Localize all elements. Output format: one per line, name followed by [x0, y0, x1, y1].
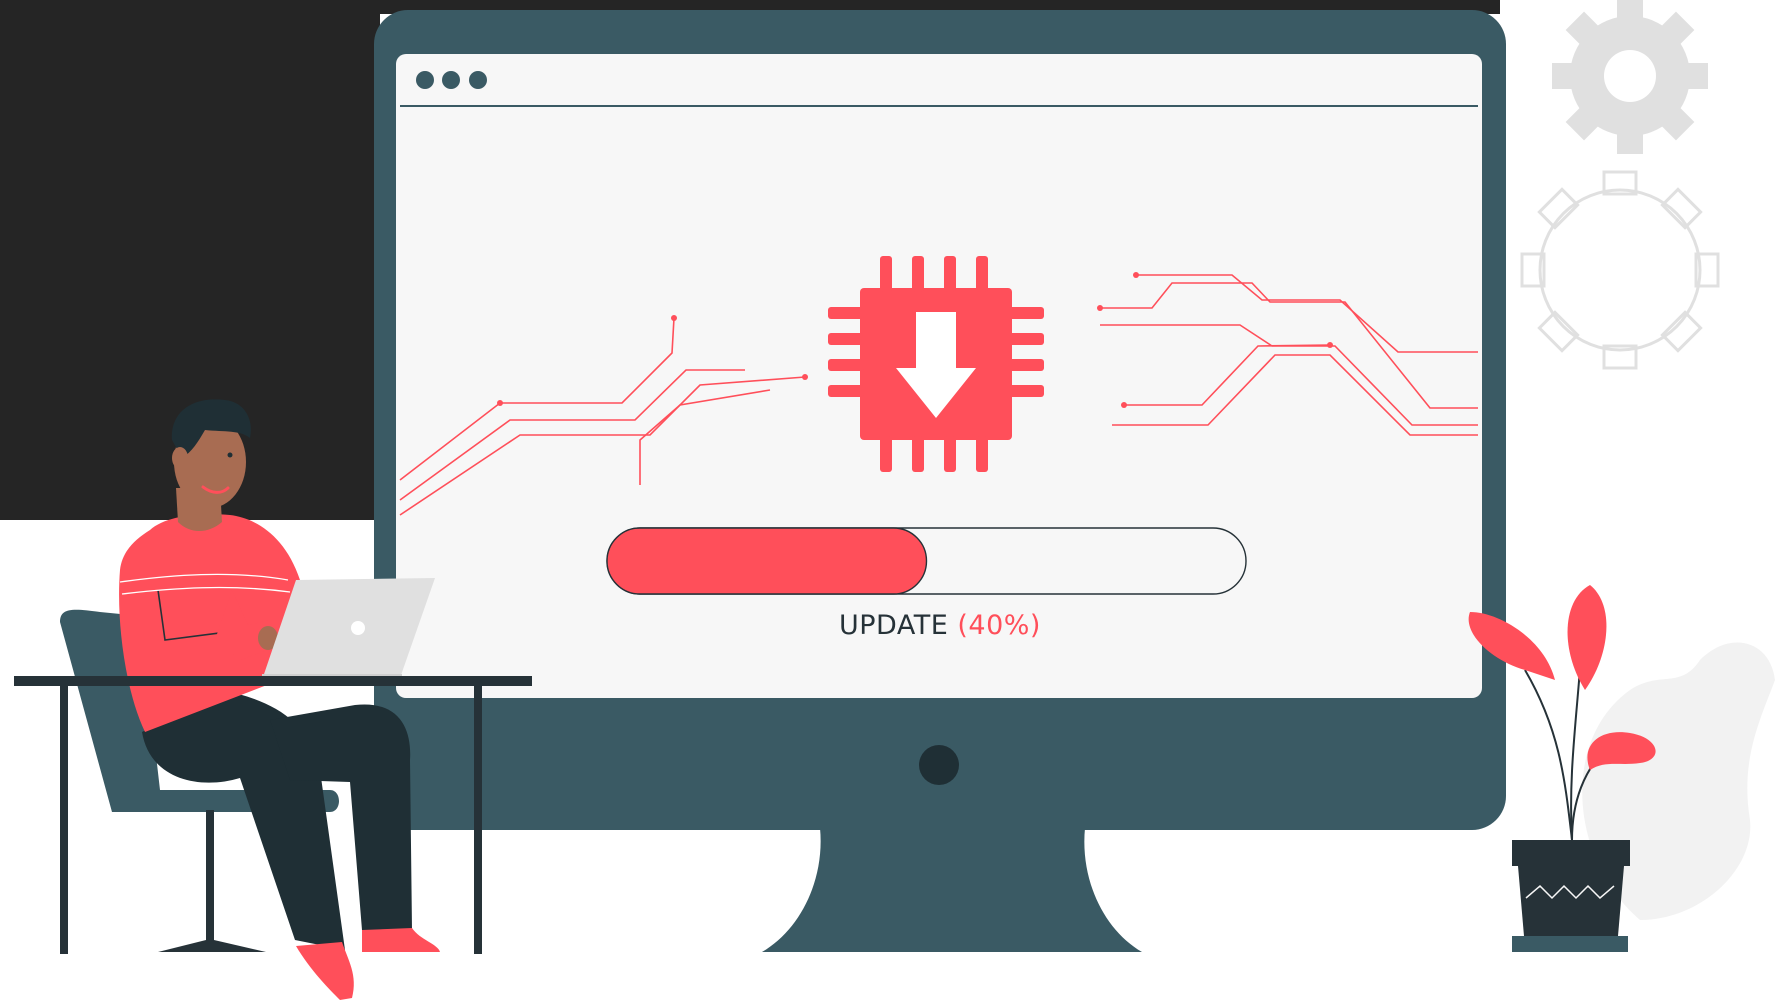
progress-fill	[606, 527, 928, 595]
update-illustration: UPDATE (40%)	[0, 0, 1792, 1000]
plant-pot-rim	[1512, 840, 1630, 866]
monitor-stand	[762, 828, 1142, 952]
scene	[0, 0, 1775, 1000]
webcam	[919, 745, 959, 785]
gear-icon	[1552, 0, 1708, 154]
plant-pot	[1518, 866, 1624, 936]
plant-leaf	[1567, 585, 1607, 690]
gear-outline-icon	[1520, 170, 1720, 370]
window-dots-icon	[416, 71, 487, 89]
plant-pot-base	[1512, 936, 1628, 952]
update-status-label: UPDATE	[839, 610, 949, 641]
progress-bar	[606, 527, 1247, 595]
update-progress-text: (40%)	[957, 610, 1041, 641]
update-status: UPDATE (40%)	[600, 610, 1280, 641]
